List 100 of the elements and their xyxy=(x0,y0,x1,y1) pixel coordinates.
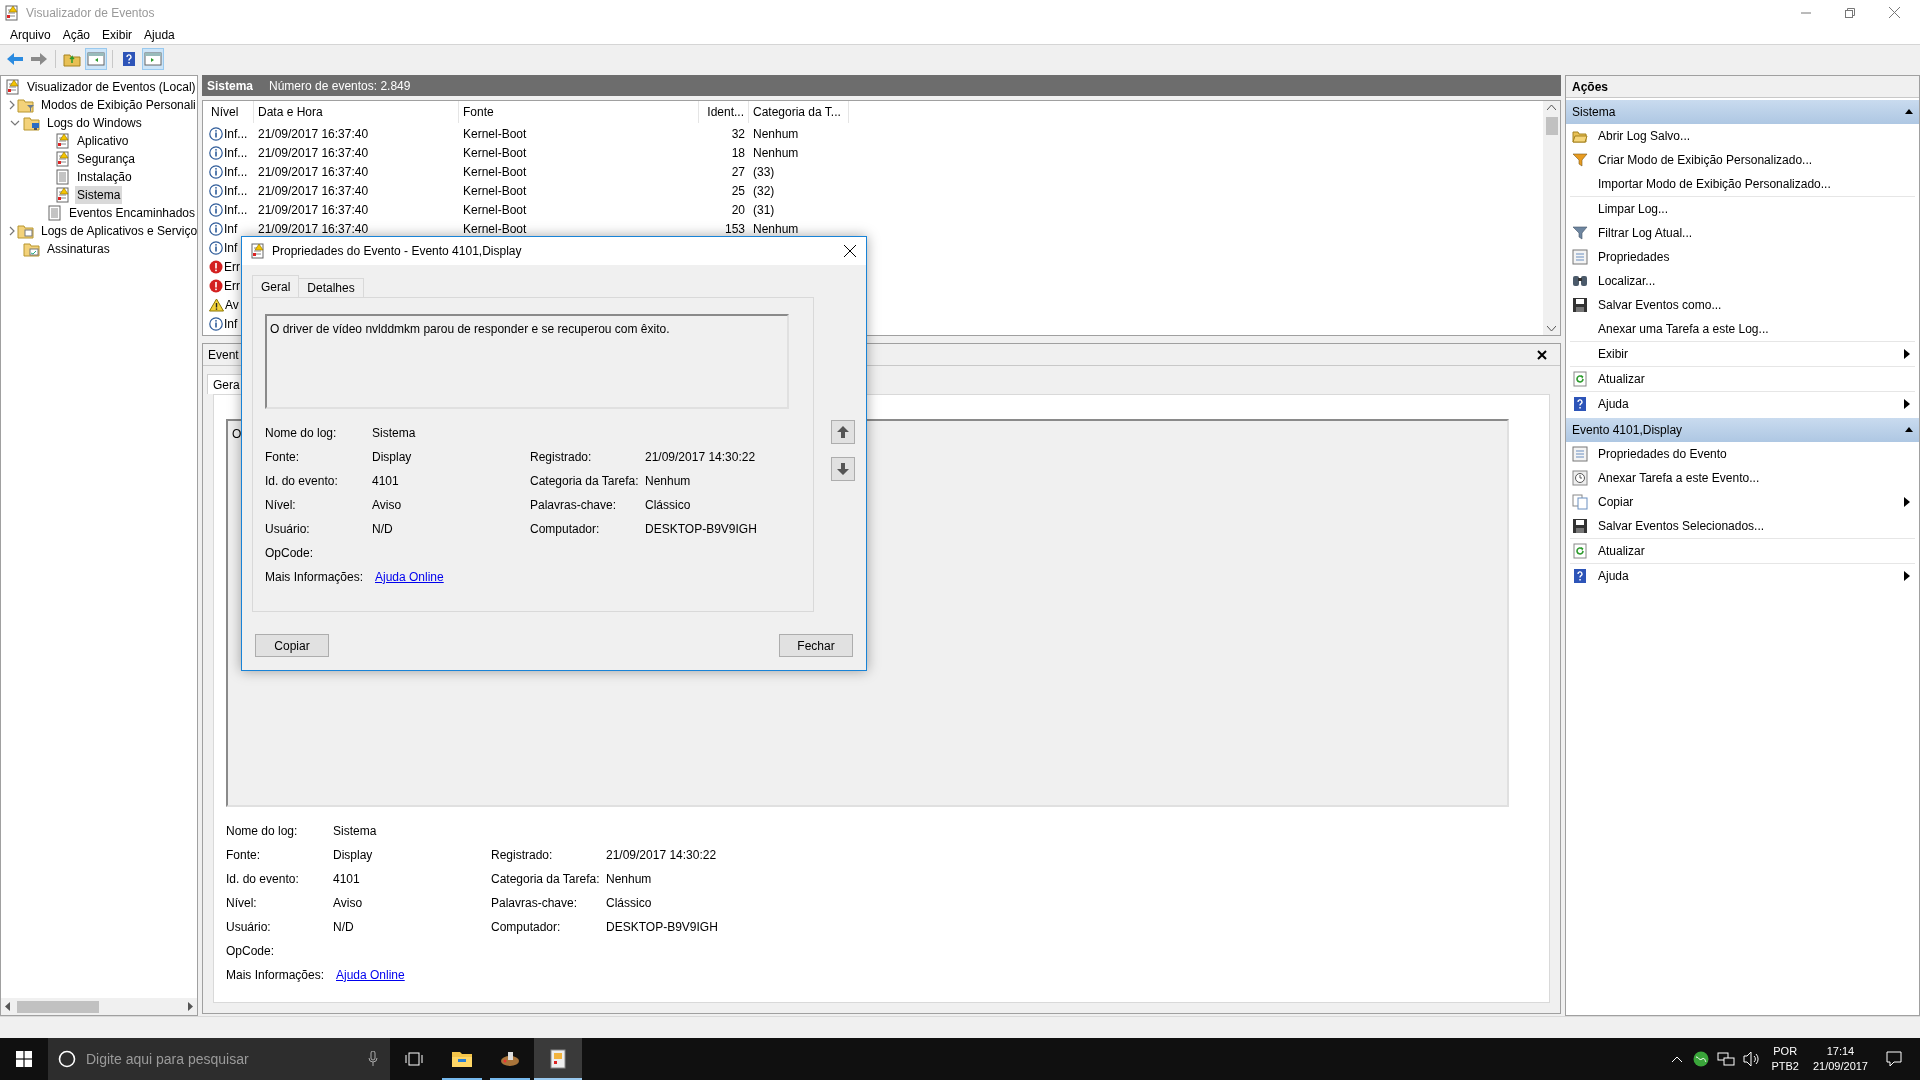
action-item[interactable]: Criar Modo de Exibição Personalizado... xyxy=(1570,148,1915,172)
column-header[interactable]: Data e Hora xyxy=(254,101,459,123)
open-folder-icon xyxy=(1572,128,1588,144)
action-item[interactable]: Propriedades do Evento xyxy=(1570,442,1915,466)
menu-item[interactable]: Arquivo xyxy=(4,25,57,44)
pane-title: Ações xyxy=(1572,78,1609,96)
action-item[interactable]: Abrir Log Salvo... xyxy=(1570,124,1915,148)
action-item[interactable]: Atualizar xyxy=(1570,539,1915,563)
tree-item[interactable]: Assinaturas xyxy=(45,240,112,258)
column-header[interactable]: Ident... xyxy=(699,101,749,123)
online-help-link[interactable]: Ajuda Online xyxy=(336,966,405,984)
scroll-down-icon[interactable] xyxy=(1547,325,1556,331)
action-item[interactable]: Propriedades xyxy=(1570,245,1915,269)
network-icon[interactable] xyxy=(1717,1051,1736,1067)
tree-item[interactable]: Logs de Aplicativos e Serviço xyxy=(39,222,197,240)
volume-icon[interactable] xyxy=(1743,1051,1762,1067)
tab[interactable]: Geral xyxy=(252,275,300,297)
field-label: Palavras-chave: xyxy=(530,497,618,514)
action-item[interactable]: Localizar... xyxy=(1570,269,1915,293)
tree-item[interactable]: Segurança xyxy=(75,150,138,168)
column-header[interactable]: Categoria da T... xyxy=(749,101,849,123)
folder-computer-icon xyxy=(23,115,41,131)
table-cell-text: 21/09/2017 16:37:40 xyxy=(257,220,370,238)
chevron-up-icon[interactable] xyxy=(1671,1055,1684,1063)
action-label: Anexar Tarefa a este Evento... xyxy=(1598,470,1761,487)
action-label: Propriedades do Evento xyxy=(1598,446,1728,463)
submenu-arrow-icon xyxy=(1903,497,1911,507)
scrollbar-thumb[interactable] xyxy=(1545,117,1558,135)
chevron-down-icon[interactable] xyxy=(10,118,20,128)
tree-item[interactable]: Eventos Encaminhados xyxy=(66,204,197,222)
table-cell-text: Kernel-Boot xyxy=(462,182,528,200)
table-cell-text: Kernel-Boot xyxy=(462,144,528,162)
action-item[interactable]: Ajuda xyxy=(1570,392,1915,416)
tree-item[interactable]: Aplicativo xyxy=(75,132,131,150)
menu-item[interactable]: Ação xyxy=(56,25,97,44)
menu-item[interactable]: Ajuda xyxy=(138,25,181,44)
action-item[interactable]: Ajuda xyxy=(1570,564,1915,588)
event-row[interactable]: Inf... 21/09/2017 16:37:40 Kernel-Boot 20 (31) xyxy=(207,200,1543,219)
section-header[interactable]: Sistema xyxy=(1566,100,1919,124)
table-cell-text: Nenhum xyxy=(752,220,800,238)
table-cell-text: (32) xyxy=(752,182,776,200)
tree-item[interactable]: Logs do Windows xyxy=(45,114,144,132)
action-item[interactable]: Atualizar xyxy=(1570,367,1915,391)
field-value: Clássico xyxy=(606,895,652,912)
taskbar-app[interactable] xyxy=(534,1038,582,1080)
section-header[interactable]: Evento 4101,Display xyxy=(1566,418,1919,442)
language-indicator[interactable]: POR xyxy=(1773,1044,1798,1059)
online-help-link[interactable]: Ajuda Online xyxy=(375,568,444,586)
dialog-button[interactable]: Copiar xyxy=(255,634,329,657)
next-event-button[interactable] xyxy=(831,457,855,481)
tree-item[interactable]: Sistema xyxy=(75,186,123,204)
previous-event-button[interactable] xyxy=(831,420,855,444)
action-item[interactable]: Importar Modo de Exibição Personalizado... xyxy=(1570,172,1915,196)
tab[interactable]: Detalhes xyxy=(298,278,364,297)
close-icon[interactable] xyxy=(844,245,856,257)
action-item[interactable]: Anexar uma Tarefa a este Log... xyxy=(1570,317,1915,341)
vertical-scrollbar[interactable] xyxy=(1543,101,1560,335)
action-item[interactable]: Salvar Eventos Selecionados... xyxy=(1570,514,1915,538)
windows-logo-icon xyxy=(16,1051,32,1067)
keyboard-layout[interactable]: PTB2 xyxy=(1771,1059,1799,1074)
action-item[interactable]: Anexar Tarefa a este Evento... xyxy=(1570,466,1915,490)
column-header[interactable]: Fonte xyxy=(459,101,699,123)
horizontal-scrollbar[interactable] xyxy=(1,998,197,1015)
chevron-right-icon[interactable] xyxy=(7,226,17,236)
scroll-right-icon[interactable] xyxy=(187,1002,193,1011)
search-field[interactable]: Digite aqui para pesquisar xyxy=(48,1038,390,1080)
menu-item[interactable]: Exibir xyxy=(96,25,139,44)
table-cell-text: 20 xyxy=(730,201,746,219)
chevron-right-icon[interactable] xyxy=(7,100,17,110)
event-row[interactable]: Inf... 21/09/2017 16:37:40 Kernel-Boot 32 Nenhum xyxy=(207,124,1543,143)
tree-item[interactable]: Visualizador de Eventos (Local) xyxy=(25,78,197,96)
event-row[interactable]: Inf... 21/09/2017 16:37:40 Kernel-Boot 18 Nenhum xyxy=(207,143,1543,162)
action-item[interactable]: Filtrar Log Atual... xyxy=(1570,221,1915,245)
event-row[interactable]: Av xyxy=(207,295,1543,314)
event-row[interactable]: Inf 21/09/2017 16:37:40 Kernel-Boot 153 Nenhum xyxy=(207,219,1543,238)
field-value: 4101 xyxy=(333,871,360,888)
clock-time[interactable]: 17:14 xyxy=(1826,1044,1855,1059)
scroll-left-icon[interactable] xyxy=(5,1002,11,1011)
action-item[interactable]: Salvar Eventos como... xyxy=(1570,293,1915,317)
action-item[interactable]: Exibir xyxy=(1570,342,1915,366)
scroll-up-icon[interactable] xyxy=(1547,105,1556,111)
action-item[interactable]: Copiar xyxy=(1570,490,1915,514)
restore-icon[interactable] xyxy=(1845,7,1855,18)
close-icon[interactable] xyxy=(1537,349,1547,360)
scrollbar-thumb[interactable] xyxy=(17,1000,99,1013)
event-row[interactable]: Inf... 21/09/2017 16:37:40 Kernel-Boot 25 (32) xyxy=(207,181,1543,200)
submenu-arrow-icon xyxy=(1903,349,1911,359)
field-value: Nenhum xyxy=(606,871,652,888)
tree-item[interactable]: Modos de Exibição Personali xyxy=(39,96,197,114)
clock-date[interactable]: 21/09/2017 xyxy=(1812,1059,1868,1074)
warning-icon xyxy=(209,297,224,312)
field-value: Display xyxy=(333,847,373,864)
event-row[interactable]: Inf... 21/09/2017 16:37:40 Kernel-Boot 27 (33) xyxy=(207,162,1543,181)
dialog-button[interactable]: Fechar xyxy=(779,634,853,657)
notification-icon[interactable] xyxy=(1886,1051,1902,1067)
globe-icon[interactable] xyxy=(1693,1051,1710,1067)
column-header[interactable]: Nível xyxy=(207,101,254,123)
event-row[interactable]: Err xyxy=(207,257,1543,276)
tree-item[interactable]: Instalação xyxy=(75,168,134,186)
action-item[interactable]: Limpar Log... xyxy=(1570,197,1915,221)
